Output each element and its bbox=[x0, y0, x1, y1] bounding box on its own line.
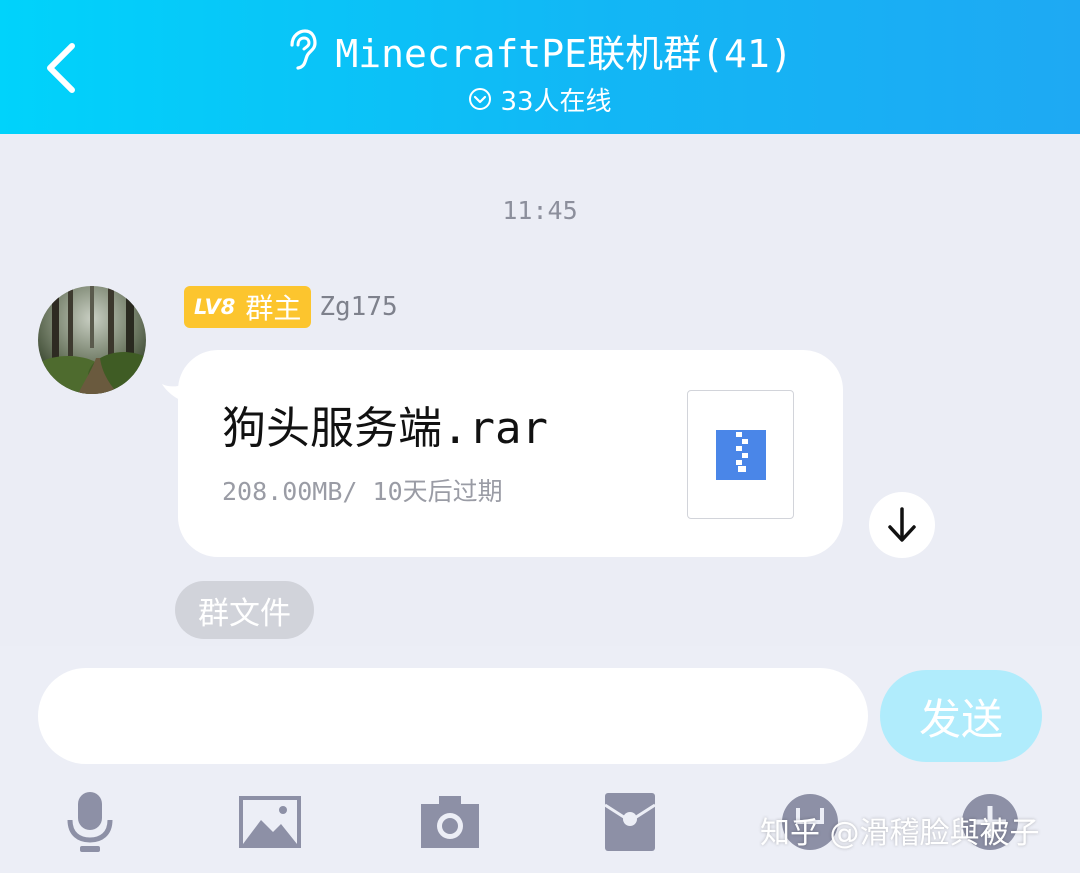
download-arrow-icon bbox=[888, 507, 916, 542]
chat-header: MinecraftPE联机群(41) 33人在线 bbox=[0, 0, 1080, 134]
zip-file-icon bbox=[715, 429, 766, 480]
level-label: LV8 bbox=[194, 295, 236, 319]
file-thumbnail bbox=[687, 390, 794, 519]
watermark: 知乎 @滑稽脸與被子 bbox=[760, 816, 1040, 851]
message-timestamp: 11:45 bbox=[502, 196, 578, 225]
title-row[interactable]: MinecraftPE联机群(41) bbox=[0, 22, 1080, 78]
download-button[interactable] bbox=[869, 492, 935, 558]
role-label: 群主 bbox=[245, 292, 302, 325]
image-icon bbox=[239, 796, 301, 848]
online-count: 33人在线 bbox=[500, 86, 612, 117]
sender-avatar[interactable] bbox=[38, 286, 146, 394]
group-title: MinecraftPE联机群(41) bbox=[335, 31, 793, 76]
message-input[interactable] bbox=[38, 668, 868, 764]
red-packet-icon bbox=[604, 793, 656, 851]
file-name: 狗头服务端.rar bbox=[222, 403, 548, 454]
file-meta: 208.00MB/ 10天后过期 bbox=[222, 477, 503, 506]
red-packet-button[interactable] bbox=[596, 788, 664, 856]
group-files-tag[interactable]: 群文件 bbox=[175, 581, 314, 639]
microphone-icon bbox=[67, 792, 113, 852]
circle-chevron-down-icon bbox=[469, 88, 492, 110]
camera-button[interactable] bbox=[416, 788, 484, 856]
ear-icon bbox=[290, 29, 318, 70]
send-button[interactable]: 发送 bbox=[880, 670, 1042, 762]
level-badge: LV8 群主 bbox=[184, 286, 312, 328]
voice-button[interactable] bbox=[56, 788, 124, 856]
online-status[interactable]: 33人在线 bbox=[0, 82, 1080, 117]
camera-icon bbox=[421, 796, 479, 848]
sender-name[interactable]: Zg175 bbox=[319, 292, 397, 322]
image-button[interactable] bbox=[236, 788, 304, 856]
sender-row: LV8 群主 Zg175 bbox=[184, 285, 398, 329]
file-message-bubble[interactable]: 狗头服务端.rar 208.00MB/ 10天后过期 bbox=[178, 350, 843, 557]
